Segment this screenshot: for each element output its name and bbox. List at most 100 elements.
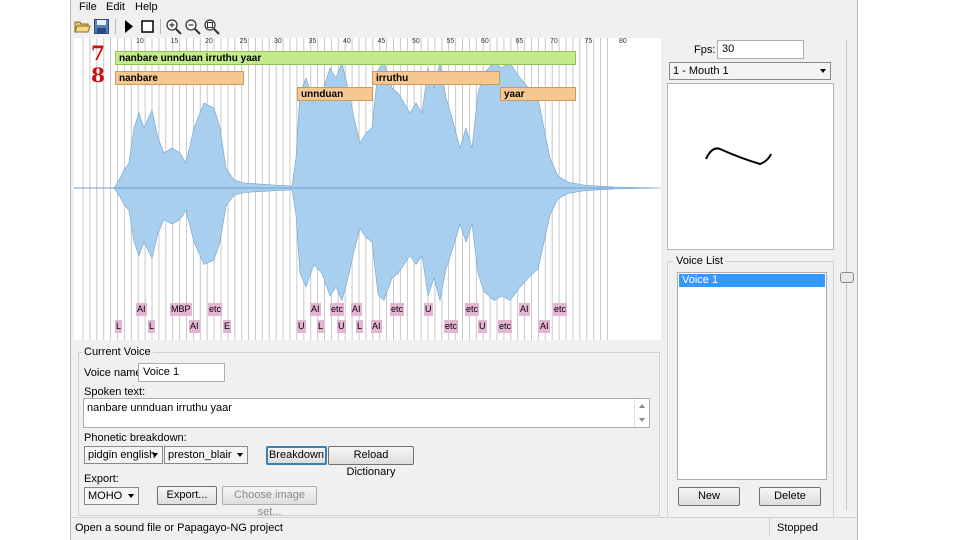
phoneme-block[interactable]: U <box>424 303 433 316</box>
menu-file[interactable]: File <box>79 1 97 13</box>
phoneme-block[interactable]: U <box>297 320 306 333</box>
toolbar <box>71 16 857 38</box>
phrase-row-marker: 7 <box>91 41 105 65</box>
voice-list-title: Voice List <box>674 255 726 267</box>
phoneme-block[interactable]: etc <box>330 303 345 316</box>
menu-help[interactable]: Help <box>135 1 158 13</box>
phoneme-block[interactable]: L <box>148 320 156 333</box>
phoneme-block[interactable]: etc <box>208 303 223 316</box>
export-format-value: MOHO <box>88 490 123 502</box>
voice-name-label: Voice name: <box>84 367 145 379</box>
export-format-select[interactable]: MOHO <box>84 487 139 505</box>
phoneme-set-select-value: preston_blair <box>168 449 232 461</box>
voice-name-input[interactable]: Voice 1 <box>138 363 225 382</box>
status-bar: Open a sound file or Papagayo-NG project… <box>71 517 857 538</box>
open-folder-icon[interactable] <box>74 18 91 35</box>
phrase-block[interactable]: nanbare unnduan irruthu yaar <box>115 51 576 65</box>
breakdown-button[interactable]: Breakdown <box>266 446 327 465</box>
ruler-tick-label: 65 <box>515 38 524 45</box>
mouth-preview <box>667 83 834 250</box>
mouth-shape-icon <box>705 147 772 166</box>
zoom-in-icon[interactable] <box>165 18 182 35</box>
toolbar-separator <box>160 19 161 34</box>
phoneme-block[interactable]: U <box>337 320 346 333</box>
choose-image-set-button: Choose image set... <box>222 486 317 518</box>
new-voice-button[interactable]: New <box>678 487 740 506</box>
ruler-tick-label: 45 <box>377 38 386 45</box>
phoneme-block[interactable]: AI <box>310 303 321 316</box>
word-block-nanbare[interactable]: nanbare <box>115 71 244 85</box>
playback-status: Stopped <box>777 522 818 534</box>
ruler-tick-label: 50 <box>412 38 420 45</box>
phoneme-block[interactable]: etc <box>444 320 459 333</box>
phoneme-block[interactable]: etc <box>465 303 480 316</box>
delete-voice-button[interactable]: Delete <box>759 487 821 506</box>
ruler-tick-label: 60 <box>481 38 489 45</box>
fps-label: Fps: <box>694 44 716 56</box>
scroll-down-icon[interactable] <box>639 418 645 422</box>
phoneme-block[interactable]: AI <box>351 303 362 316</box>
export-label: Export: <box>84 473 119 485</box>
ruler-tick-label: 20 <box>205 38 213 45</box>
voice-list-item[interactable]: Voice 1 <box>679 274 825 287</box>
status-divider <box>769 518 770 537</box>
phoneme-block[interactable]: AI <box>539 320 550 333</box>
phoneme-block[interactable]: L <box>356 320 364 333</box>
phoneme-block[interactable]: AI <box>189 320 200 333</box>
zoom-fit-icon[interactable] <box>203 18 220 35</box>
phoneme-block[interactable]: L <box>115 320 123 333</box>
phoneme-set-select[interactable]: preston_blair <box>164 446 248 464</box>
reload-dictionary-button[interactable]: Reload Dictionary <box>328 446 414 478</box>
phoneme-block[interactable]: MBP <box>170 303 192 316</box>
word-block-irruthu[interactable]: irruthu <box>372 71 500 85</box>
voice-list[interactable]: Voice 1 <box>677 272 827 480</box>
phoneme-block[interactable]: etc <box>498 320 513 333</box>
ruler-tick-label: 80 <box>619 38 627 45</box>
save-icon[interactable] <box>93 18 110 35</box>
phoneme-block[interactable]: E <box>223 320 232 333</box>
ruler-tick-label: 25 <box>239 38 248 45</box>
spoken-text-scrollbar[interactable] <box>634 399 649 427</box>
phoneme-block[interactable]: U <box>478 320 487 333</box>
status-message: Open a sound file or Papagayo-NG project <box>75 522 283 534</box>
chevron-down-icon <box>152 453 158 457</box>
ruler-tick-label: 15 <box>170 38 179 45</box>
chevron-down-icon <box>237 453 243 457</box>
spoken-text-value: nanbare unnduan irruthu yaar <box>87 402 232 414</box>
word-block-yaar[interactable]: yaar <box>500 87 576 101</box>
phoneme-block[interactable]: AI <box>371 320 382 333</box>
chevron-down-icon <box>128 494 134 498</box>
menu-edit[interactable]: Edit <box>106 1 125 13</box>
ruler-tick-label: 75 <box>584 38 593 45</box>
word-block-unnduan[interactable]: unnduan <box>297 87 373 101</box>
current-voice-title: Current Voice <box>82 346 153 358</box>
fps-input[interactable]: 30 <box>717 40 804 59</box>
ruler-tick-label: 55 <box>446 38 455 45</box>
phoneme-block[interactable]: AI <box>519 303 530 316</box>
app-window: File Edit Help 10 15 20 25 30 35 40 45 50 <box>70 0 858 540</box>
ruler-tick-label: 10 <box>136 38 144 45</box>
vertical-scrollbar[interactable] <box>840 40 854 510</box>
phonetic-breakdown-label: Phonetic breakdown: <box>84 432 187 444</box>
phoneme-block[interactable]: AI <box>136 303 147 316</box>
phoneme-block[interactable]: L <box>317 320 325 333</box>
scroll-up-icon[interactable] <box>639 404 645 408</box>
ruler-tick-label: 40 <box>343 38 351 45</box>
scrollbar-handle[interactable] <box>840 272 854 283</box>
language-select[interactable]: pidgin english <box>84 446 163 464</box>
spoken-text-area[interactable]: nanbare unnduan irruthu yaar <box>83 398 650 428</box>
play-icon[interactable] <box>120 18 137 35</box>
chevron-down-icon <box>820 69 826 73</box>
ruler-tick-label: 30 <box>274 38 282 45</box>
zoom-out-icon[interactable] <box>184 18 201 35</box>
waveform-timeline[interactable]: 10 15 20 25 30 35 40 45 50 55 60 65 70 75 80 7 8 nanba… <box>74 38 661 340</box>
mouth-select[interactable]: 1 - Mouth 1 <box>669 62 831 80</box>
export-button[interactable]: Export... <box>157 486 217 505</box>
stop-icon[interactable] <box>139 18 156 35</box>
ruler-tick-label: 70 <box>550 38 558 45</box>
toolbar-separator <box>115 19 116 34</box>
spoken-text-label: Spoken text: <box>84 386 146 398</box>
phoneme-block[interactable]: etc <box>390 303 405 316</box>
language-select-value: pidgin english <box>88 449 156 461</box>
phoneme-block[interactable]: etc <box>553 303 568 316</box>
